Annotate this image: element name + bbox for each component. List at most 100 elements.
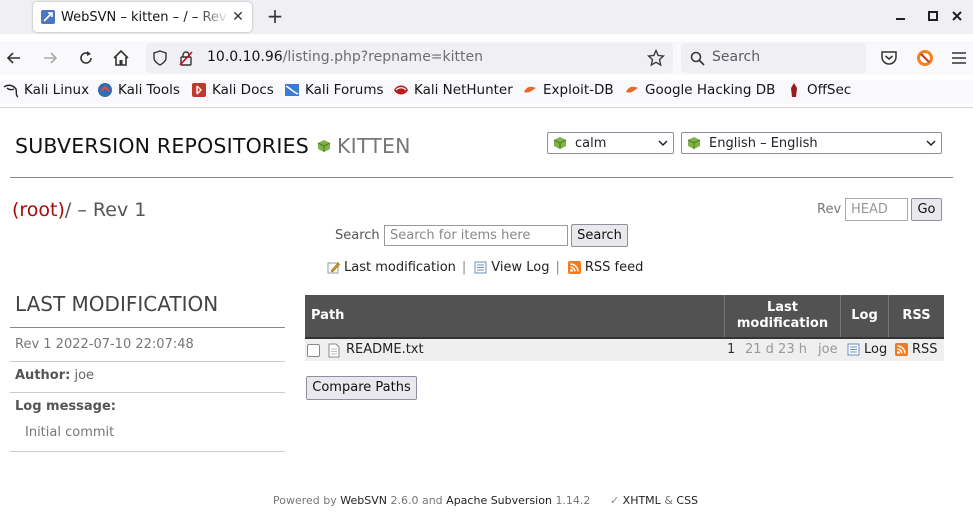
url-text[interactable]: 10.0.10.96/listing.php?repname=kitten [207, 49, 483, 65]
last-mod-divider [10, 392, 285, 393]
column-header-rss: RSS [888, 295, 944, 337]
url-host: 10.0.10.96 [207, 49, 283, 65]
file-icon [328, 343, 340, 358]
log-message-label-text: Log message: [15, 399, 116, 414]
log-icon [847, 343, 860, 356]
new-tab-icon[interactable]: + [265, 6, 285, 26]
bookmark-offsec[interactable]: OffSec [786, 82, 851, 98]
pencil-icon [327, 262, 340, 274]
account-avatar-icon[interactable] [915, 48, 935, 68]
nethunter-icon [394, 85, 408, 95]
author-label: Author: [15, 368, 71, 383]
rev-label: Rev [817, 202, 842, 217]
home-icon[interactable] [111, 48, 131, 68]
exploit-db-icon [524, 86, 536, 93]
file-age: 21 d 23 h [745, 342, 807, 357]
ghdb-icon [626, 86, 638, 93]
rss-icon [567, 261, 581, 274]
bookmark-label: Kali Docs [212, 82, 274, 98]
action-separator: | [555, 260, 560, 275]
back-arrow-icon[interactable] [4, 48, 24, 68]
file-name-link[interactable]: README.txt [346, 342, 424, 357]
reload-icon[interactable] [76, 48, 96, 68]
bookmark-label: Kali Linux [24, 82, 90, 98]
last-modification-heading: LAST MODIFICATION [15, 292, 219, 316]
bookmark-label: OffSec [807, 82, 852, 98]
bookmark-star-icon[interactable] [647, 49, 665, 67]
table-header: Path Last modification Log RSS [305, 295, 944, 337]
language-cube-icon [687, 137, 701, 149]
tab-close-icon[interactable]: ✕ [230, 9, 246, 25]
address-bar[interactable]: 10.0.10.96/listing.php?repname=kitten [146, 43, 673, 73]
bookmark-kali-linux[interactable]: Kali Linux [3, 82, 89, 98]
search-input[interactable]: Search for items here [384, 225, 568, 246]
template-select[interactable]: calm [547, 132, 674, 154]
bookmark-label: Google Hacking DB [645, 82, 776, 98]
file-log-label: Log [864, 342, 888, 357]
browser-search-bar[interactable]: Search [681, 43, 866, 73]
repository-cube-icon [317, 140, 331, 152]
minimize-icon[interactable] [893, 8, 909, 24]
bookmarks-toolbar: Kali Linux Kali Tools Kali Docs Kali For… [0, 80, 973, 104]
column-header-last-modification: Last modification [724, 295, 840, 337]
bookmark-kali-forums[interactable]: Kali Forums [284, 82, 384, 98]
subversion-link[interactable]: Apache Subversion [446, 494, 552, 507]
offsec-icon [791, 83, 797, 97]
last-mod-author: Author: joe [15, 368, 94, 383]
last-mod-divider [10, 327, 285, 328]
repository-name[interactable]: KITTEN [337, 134, 411, 158]
forward-arrow-icon[interactable] [40, 48, 60, 68]
path-breadcrumb: (root)/ – Rev 1 [12, 199, 146, 221]
bookmark-label: Kali NetHunter [414, 82, 513, 98]
root-link[interactable]: (root) [12, 199, 65, 221]
chevron-down-icon [658, 140, 668, 147]
insecure-lock-icon[interactable] [178, 50, 194, 66]
bookmark-kali-docs[interactable]: Kali Docs [191, 82, 274, 98]
websvn-link[interactable]: WebSVN [340, 494, 387, 507]
search-icon [690, 51, 705, 66]
hamburger-menu-icon[interactable] [949, 48, 969, 68]
file-revision-link[interactable]: 1 [727, 342, 735, 357]
page-title: SUBVERSION REPOSITORIES KITTEN [15, 134, 411, 158]
pocket-icon[interactable] [879, 48, 899, 68]
browser-tab[interactable]: WebSVN – kitten – / – Rev 1 ✕ [33, 2, 252, 32]
compare-paths-button[interactable]: Compare Paths [306, 376, 417, 400]
log-message-label: Log message: [15, 399, 116, 414]
go-button[interactable]: Go [911, 198, 942, 221]
rss-feed-link[interactable]: RSS feed [585, 260, 644, 275]
xhtml-link[interactable]: XHTML [623, 494, 661, 507]
last-mod-divider [10, 451, 285, 452]
template-cube-icon [553, 137, 567, 149]
search-button[interactable]: Search [571, 224, 628, 247]
language-select-value: English – English [709, 135, 818, 151]
file-rss-link[interactable]: RSS [895, 342, 938, 357]
tracking-shield-icon[interactable] [152, 50, 168, 66]
file-author: joe [818, 342, 838, 357]
column-header-path: Path [311, 308, 345, 323]
listing-table: Path Last modification Log RSS README.tx… [305, 295, 944, 361]
bookmark-kali-nethunter[interactable]: Kali NetHunter [393, 82, 513, 98]
css-link[interactable]: CSS [676, 494, 698, 507]
bookmark-exploit-db[interactable]: Exploit-DB [522, 82, 614, 98]
kali-tools-icon [98, 83, 112, 97]
last-mod-divider [10, 361, 285, 362]
window-close-icon[interactable] [949, 8, 965, 24]
file-log-link[interactable]: Log [847, 342, 887, 357]
last-modification-link[interactable]: Last modification [344, 260, 456, 275]
kali-forums-icon [285, 84, 299, 96]
language-select[interactable]: English – English [681, 132, 942, 154]
path-rev-text: / – Rev 1 [64, 199, 147, 221]
bookmark-kali-tools[interactable]: Kali Tools [97, 82, 180, 98]
bookmark-google-hacking-db[interactable]: Google Hacking DB [624, 82, 775, 98]
site-title[interactable]: SUBVERSION REPOSITORIES [15, 134, 309, 158]
footer-version: 2.6.0 and [390, 494, 443, 507]
maximize-icon[interactable] [925, 8, 941, 24]
compare-checkbox[interactable] [307, 344, 320, 357]
table-row: README.txt 1 21 d 23 h joe Log RSS [305, 339, 944, 361]
log-message-value: Initial commit [25, 425, 115, 440]
rev-input[interactable]: HEAD [845, 198, 908, 221]
author-value: joe [74, 368, 95, 383]
bookmark-label: Kali Tools [118, 82, 180, 98]
view-log-link[interactable]: View Log [491, 260, 549, 275]
action-links: Last modification | View Log | RSS feed [327, 260, 643, 275]
